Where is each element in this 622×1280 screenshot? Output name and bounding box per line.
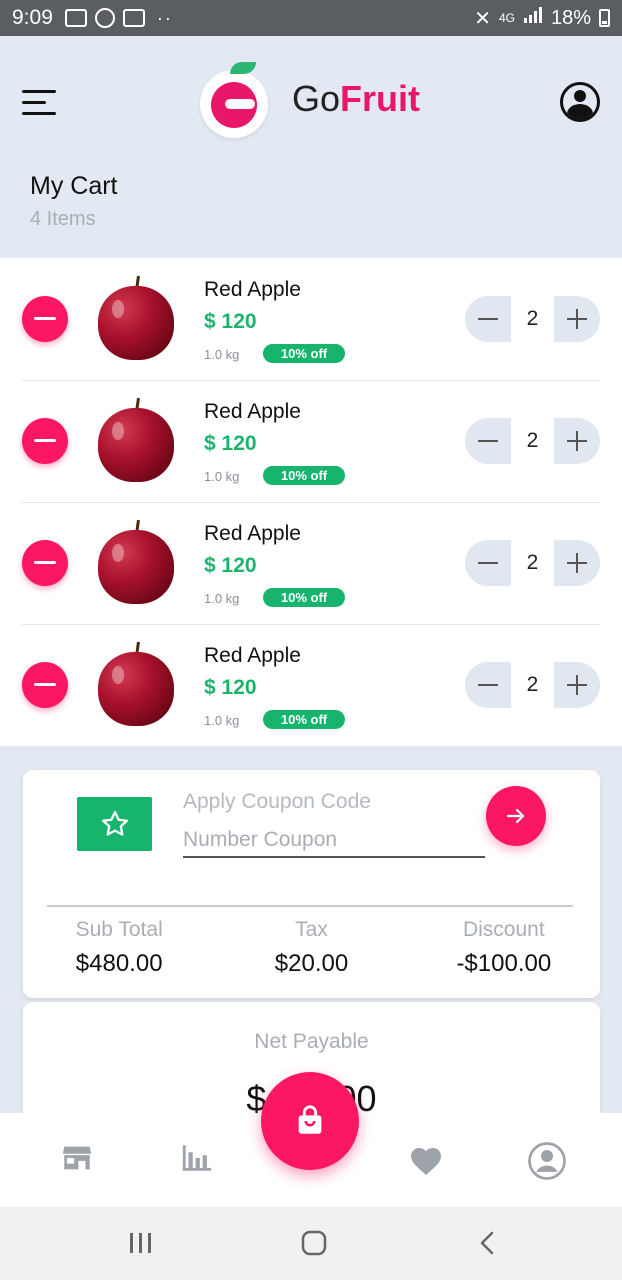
decrease-quantity-button[interactable] [465, 418, 511, 464]
home-icon[interactable] [300, 1229, 328, 1262]
battery-percent: 18% [550, 6, 591, 29]
gofruit-logo-icon [200, 62, 270, 138]
discount-badge: 10% off [263, 588, 345, 607]
cart-item: Red Apple $ 120 1.0 kg 10% off 2 [0, 380, 622, 502]
coupon-totals-card: Apply Coupon Code Sub Total $480.00 Tax … [23, 770, 600, 998]
quantity-stepper: 2 [465, 296, 600, 342]
instagram-icon [122, 9, 145, 27]
increase-quantity-button[interactable] [554, 418, 600, 464]
coupon-input[interactable] [183, 824, 485, 858]
increase-quantity-button[interactable] [554, 296, 600, 342]
notification-icons: ·· [64, 7, 173, 29]
sub-total: Sub Total $480.00 [23, 918, 215, 978]
decrease-quantity-button[interactable] [465, 662, 511, 708]
app-header: GoFruit [0, 36, 622, 166]
remove-item-button[interactable] [22, 662, 68, 708]
remove-item-button[interactable] [22, 540, 68, 586]
item-price: $ 120 [204, 554, 257, 577]
discount-badge: 10% off [263, 710, 345, 729]
quantity-value: 2 [511, 662, 554, 708]
status-time: 9:09 [12, 6, 53, 29]
app-notification-icon [94, 8, 115, 28]
brand-fruit: Fruit [340, 78, 421, 119]
cart-item-count: 4 Items [30, 208, 96, 230]
network-type: 4G [498, 11, 515, 25]
cart-item: Red Apple $ 120 1.0 kg 10% off 2 [0, 502, 622, 624]
mute-icon: ✕ [474, 7, 491, 30]
battery-icon [599, 9, 610, 27]
remove-item-button[interactable] [22, 418, 68, 464]
net-payable-label: Net Payable [254, 1030, 369, 1053]
tax-label: Tax [295, 918, 328, 941]
decrease-quantity-button[interactable] [465, 296, 511, 342]
red-apple-image [96, 519, 176, 606]
profile-icon[interactable] [527, 1141, 567, 1186]
heart-icon[interactable] [408, 1143, 444, 1182]
sub-total-value: $480.00 [75, 950, 163, 977]
red-apple-image [96, 397, 176, 484]
item-weight: 1.0 kg [204, 469, 240, 484]
discount-value: -$100.00 [456, 950, 552, 977]
quantity-stepper: 2 [465, 418, 600, 464]
increase-quantity-button[interactable] [554, 540, 600, 586]
red-apple-image [96, 275, 176, 362]
discount-label: Discount [462, 918, 545, 941]
totals-row: Sub Total $480.00 Tax $20.00 Discount -$… [23, 918, 600, 978]
chart-icon[interactable] [180, 1141, 214, 1180]
cart-item: Red Apple $ 120 1.0 kg 10% off 2 [0, 624, 622, 746]
status-right: ✕ 4G 18% [474, 6, 610, 31]
brand-name: GoFruit [292, 78, 420, 120]
quantity-stepper: 2 [465, 662, 600, 708]
item-weight: 1.0 kg [204, 347, 240, 362]
item-price: $ 120 [204, 676, 257, 699]
recent-apps-icon[interactable] [128, 1229, 154, 1262]
store-icon[interactable] [60, 1141, 94, 1180]
quantity-value: 2 [511, 540, 554, 586]
cart-bag-button[interactable] [261, 1072, 359, 1170]
divider [47, 905, 573, 907]
coupon-star-icon [77, 797, 152, 851]
system-navigation-bar [0, 1207, 622, 1280]
red-apple-image [96, 641, 176, 728]
tax: Tax $20.00 [215, 918, 407, 978]
brand-go: Go [292, 78, 341, 119]
arrow-right-icon [506, 808, 525, 824]
item-price: $ 120 [204, 310, 257, 333]
cart-list: Red Apple $ 120 1.0 kg 10% off 2 Red App… [0, 258, 622, 746]
remove-item-button[interactable] [22, 296, 68, 342]
discount: Discount -$100.00 [408, 918, 600, 978]
discount-badge: 10% off [263, 466, 345, 485]
item-name: Red Apple [204, 644, 301, 667]
tax-value: $20.00 [274, 950, 349, 977]
decrease-quantity-button[interactable] [465, 540, 511, 586]
account-icon[interactable] [560, 82, 600, 122]
item-price: $ 120 [204, 432, 257, 455]
signal-icon [523, 6, 543, 30]
quantity-value: 2 [511, 296, 554, 342]
back-icon[interactable] [476, 1229, 500, 1262]
menu-icon[interactable] [22, 86, 58, 120]
gallery-icon [64, 9, 87, 27]
quantity-value: 2 [511, 418, 554, 464]
page-title: My Cart [30, 172, 118, 200]
more-notifications-icon: ·· [156, 7, 173, 28]
shopping-bag-icon [298, 1105, 322, 1134]
status-bar: 9:09 ·· ✕ 4G 18% [0, 0, 622, 36]
item-weight: 1.0 kg [204, 713, 240, 728]
discount-badge: 10% off [263, 344, 345, 363]
item-name: Red Apple [204, 278, 301, 301]
apply-coupon-button[interactable] [486, 786, 546, 846]
coupon-label: Apply Coupon Code [183, 790, 371, 813]
increase-quantity-button[interactable] [554, 662, 600, 708]
item-weight: 1.0 kg [204, 591, 240, 606]
cart-item: Red Apple $ 120 1.0 kg 10% off 2 [0, 258, 622, 380]
brand-logo: GoFruit [200, 62, 420, 138]
item-name: Red Apple [204, 400, 301, 423]
item-name: Red Apple [204, 522, 301, 545]
sub-total-label: Sub Total [75, 918, 163, 941]
quantity-stepper: 2 [465, 540, 600, 586]
